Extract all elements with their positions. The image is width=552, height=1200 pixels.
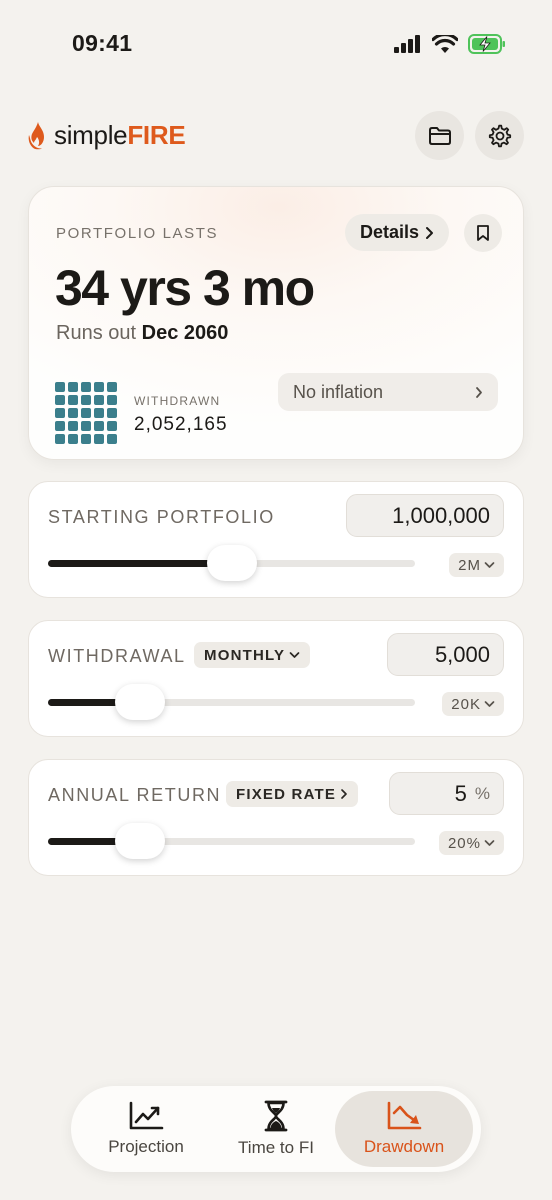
portfolio-summary-card: PORTFOLIO LASTS Details 34 yrs 3 mo Runs…: [28, 186, 524, 460]
starting-portfolio-card: STARTING PORTFOLIO 1,000,000 2M: [28, 481, 524, 598]
tab-label: Projection: [108, 1137, 184, 1156]
withdrawal-label: WITHDRAWAL: [48, 646, 186, 666]
settings-button[interactable]: [475, 111, 524, 160]
bottom-tab-bar: Projection Time to FI Drawdown: [71, 1086, 481, 1172]
annual-return-card: ANNUAL RETURN FIXED RATE 5 % 20%: [28, 759, 524, 876]
tab-label: Drawdown: [363, 1137, 445, 1156]
tab-label: Time to FI: [238, 1138, 314, 1157]
annual-return-input[interactable]: 5 %: [389, 772, 504, 815]
slider-thumb[interactable]: [206, 545, 257, 581]
starting-portfolio-max-dropdown[interactable]: 2M: [449, 553, 504, 577]
chevron-down-icon: [484, 562, 495, 568]
return-mode: FIXED RATE: [236, 785, 337, 803]
tab-projection[interactable]: Projection: [77, 1091, 215, 1167]
chevron-down-icon: [484, 701, 495, 707]
max-value: 2M: [458, 556, 481, 574]
annual-return-slider[interactable]: [48, 823, 415, 859]
bookmark-button[interactable]: [464, 214, 502, 252]
withdrawal-card: WITHDRAWAL MONTHLY 5,000 20K: [28, 620, 524, 737]
app-logo: simpleFIRE: [26, 120, 186, 151]
logo-text-simple: simple: [54, 120, 128, 150]
slider-fill: [48, 560, 232, 567]
hourglass-icon: [264, 1100, 288, 1132]
annual-return-value: 5: [454, 780, 467, 806]
chart-up-icon: [129, 1101, 164, 1130]
details-button[interactable]: Details: [345, 214, 450, 251]
starting-portfolio-label: STARTING PORTFOLIO: [48, 507, 275, 527]
wifi-icon: [432, 34, 458, 53]
chart-down-icon: [387, 1101, 422, 1130]
runs-out-prefix: Runs out: [56, 322, 137, 344]
slider-thumb[interactable]: [114, 823, 165, 859]
folder-button[interactable]: [415, 111, 464, 160]
folder-icon: [428, 126, 451, 145]
annual-return-label: ANNUAL RETURN: [48, 785, 222, 805]
starting-portfolio-value: 1,000,000: [392, 502, 490, 528]
chevron-down-icon: [484, 840, 495, 846]
bookmark-icon: [477, 225, 489, 241]
percent-unit: %: [474, 783, 490, 803]
withdrawn-value: 2,052,165: [134, 414, 228, 435]
annual-return-max-dropdown[interactable]: 20%: [438, 831, 504, 855]
max-value: 20K: [451, 695, 481, 713]
tab-time-to-fi[interactable]: Time to FI: [207, 1091, 345, 1167]
withdrawal-input[interactable]: 5,000: [387, 633, 504, 676]
tab-drawdown[interactable]: Drawdown: [335, 1091, 473, 1167]
app-header: simpleFIRE: [0, 108, 552, 164]
return-mode-button[interactable]: FIXED RATE: [226, 781, 359, 807]
runs-out-date: Dec 2060: [141, 322, 229, 344]
logo-text-fire: FIRE: [127, 120, 186, 150]
portfolio-lasts-label: PORTFOLIO LASTS: [56, 225, 219, 242]
flame-icon: [28, 121, 44, 149]
withdrawn-dot-grid-icon: [55, 382, 117, 444]
withdrawal-frequency-dropdown[interactable]: MONTHLY: [194, 642, 311, 668]
withdrawal-max-dropdown[interactable]: 20K: [442, 692, 504, 716]
withdrawal-slider[interactable]: [48, 684, 415, 720]
starting-portfolio-input[interactable]: 1,000,000: [346, 494, 504, 537]
withdrawal-value: 5,000: [434, 641, 490, 667]
gear-icon: [488, 124, 511, 147]
chevron-right-icon: [426, 226, 434, 239]
starting-portfolio-slider[interactable]: [48, 545, 415, 581]
battery-charging-icon: [468, 34, 505, 54]
slider-thumb[interactable]: [114, 684, 165, 720]
cellular-signal-icon: [394, 35, 420, 53]
withdrawal-frequency: MONTHLY: [204, 646, 286, 664]
status-icons: [394, 34, 506, 54]
runs-out-text: Runs out Dec 2060: [56, 322, 228, 345]
inflation-label: No inflation: [293, 381, 384, 402]
details-button-label: Details: [360, 222, 420, 242]
chevron-down-icon: [289, 652, 300, 658]
chevron-right-icon: [476, 386, 482, 398]
portfolio-duration-value: 34 yrs 3 mo: [55, 260, 315, 316]
status-bar: 09:41: [0, 0, 552, 90]
chevron-right-icon: [341, 789, 347, 799]
max-value: 20%: [447, 834, 481, 852]
status-time: 09:41: [72, 30, 133, 56]
app-screen: 09:41 simpleFIRE PORTFOLIO LASTS Details…: [0, 0, 552, 1200]
inflation-selector[interactable]: No inflation: [278, 373, 498, 411]
withdrawn-label: WITHDRAWN: [134, 394, 221, 408]
